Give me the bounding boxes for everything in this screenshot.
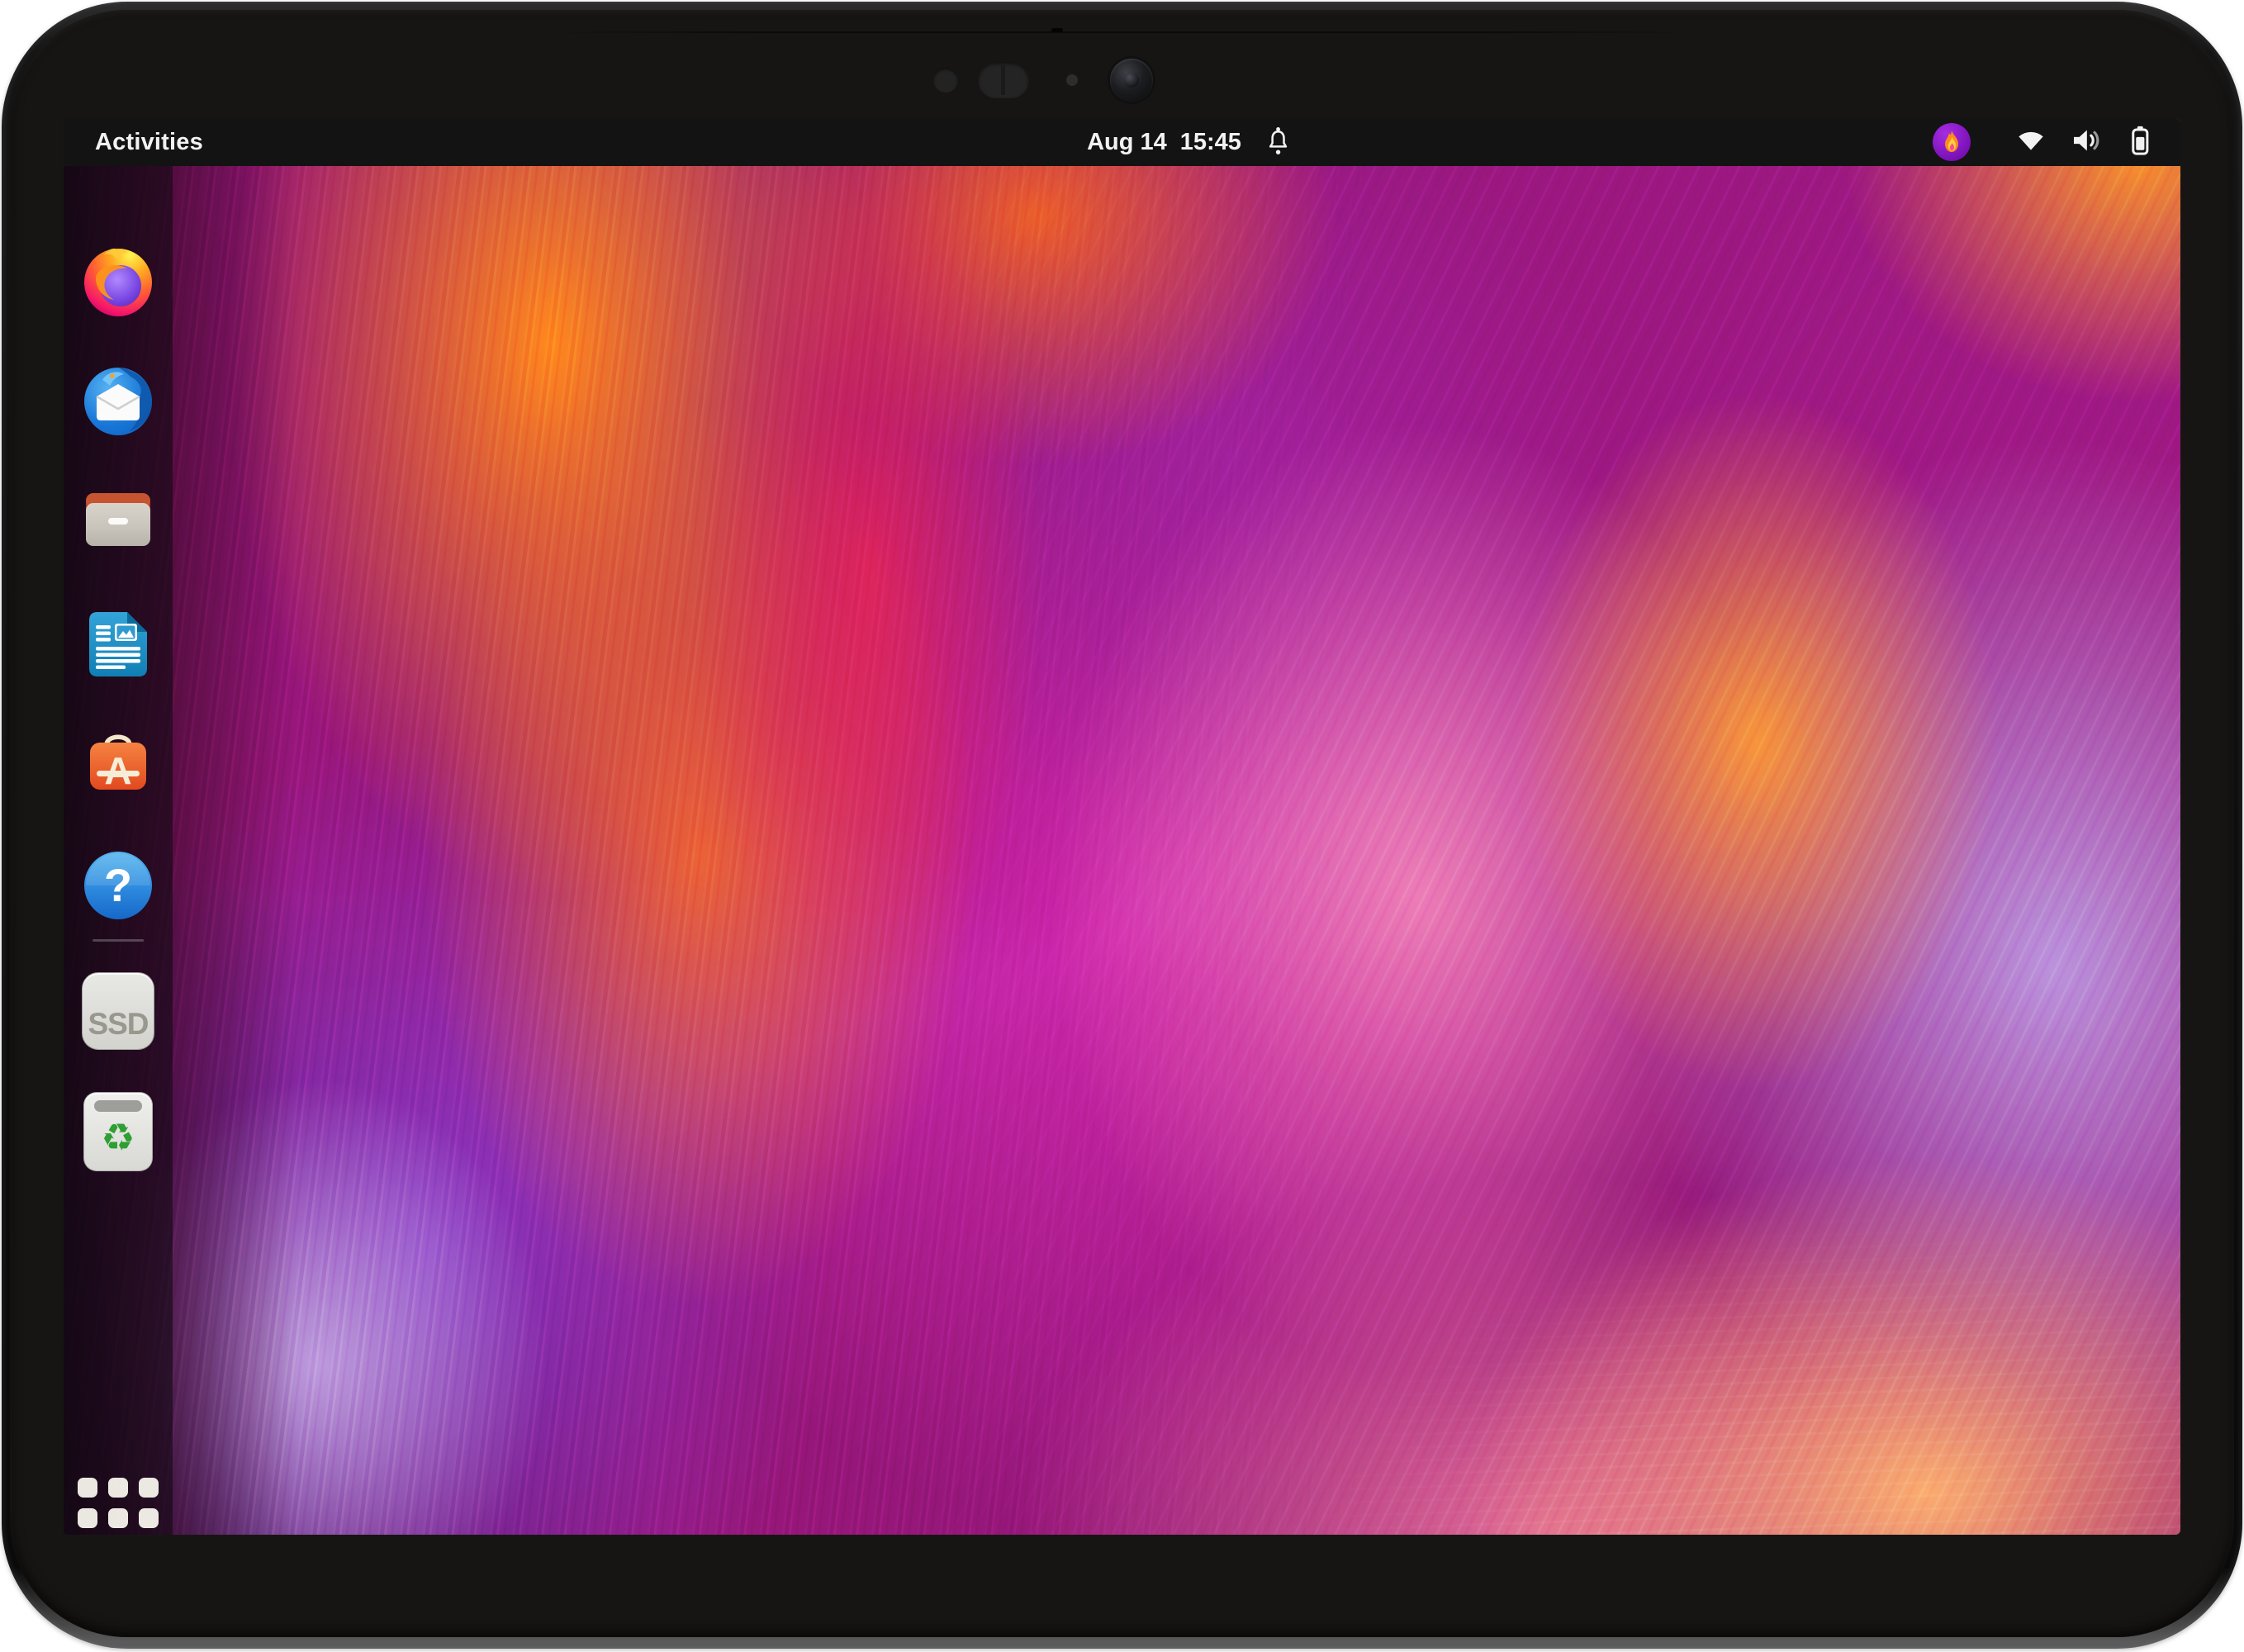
led-dot-icon	[1066, 74, 1078, 86]
help-glyph: ?	[104, 859, 132, 911]
ambient-sensor-icon	[933, 68, 958, 93]
recycle-glyph: ♻	[101, 1118, 135, 1156]
desktop-screen: Activities Aug 14 15:45	[64, 118, 2180, 1535]
firefox-icon	[79, 242, 157, 320]
sensor-pill-icon	[978, 62, 1029, 98]
top-bar: Activities Aug 14 15:45	[64, 118, 2180, 166]
ssd-label: SSD	[88, 1009, 148, 1039]
microphone-notch	[1051, 28, 1063, 32]
help-question-icon: ?	[79, 847, 157, 924]
screenshot-canvas: Activities Aug 14 15:45	[0, 0, 2244, 1652]
notification-bell-icon	[1264, 126, 1293, 159]
desktop-wallpaper	[64, 118, 2180, 1535]
front-camera-icon	[1110, 59, 1153, 102]
dock-item-files[interactable]	[78, 481, 158, 560]
ubuntu-software-icon: A	[79, 723, 157, 800]
dock-divider	[93, 939, 144, 942]
clock-date: Aug 14	[1087, 129, 1167, 156]
dock: A ?	[64, 166, 173, 1535]
battery-icon	[2124, 123, 2156, 162]
dock-item-app-grid[interactable]	[78, 1479, 158, 1535]
dock-item-thunderbird[interactable]	[78, 361, 158, 440]
wifi-icon	[2014, 124, 2048, 161]
clock-button[interactable]: Aug 14 15:45	[1087, 118, 1293, 166]
system-status-area[interactable]	[1933, 118, 2180, 166]
tablet-device-frame: Activities Aug 14 15:45	[2, 2, 2242, 1649]
files-folder-icon	[79, 482, 157, 559]
dock-item-trash[interactable]: ♻	[78, 1092, 158, 1171]
volume-icon	[2068, 124, 2104, 161]
thunderbird-icon	[79, 362, 157, 439]
bezel-seam	[538, 31, 1706, 33]
trash-recycle-icon: ♻	[83, 1092, 153, 1171]
trash-lid	[94, 1100, 142, 1112]
dock-item-ubuntu-software[interactable]: A	[78, 722, 158, 801]
dock-item-ssd-drive[interactable]: SSD	[78, 971, 158, 1051]
dock-item-help[interactable]: ?	[78, 846, 158, 925]
wallpaper-waves-bottom-right	[64, 118, 2180, 1535]
activities-button[interactable]: Activities	[95, 129, 203, 156]
app-indicator-flame-icon	[1933, 123, 1971, 161]
clock-time: 15:45	[1180, 129, 1241, 156]
ssd-drive-icon: SSD	[82, 972, 154, 1050]
dock-item-firefox[interactable]	[78, 241, 158, 320]
app-grid-icon	[78, 1478, 159, 1535]
dock-item-libreoffice-writer[interactable]	[78, 605, 158, 684]
libreoffice-writer-icon	[79, 605, 157, 683]
